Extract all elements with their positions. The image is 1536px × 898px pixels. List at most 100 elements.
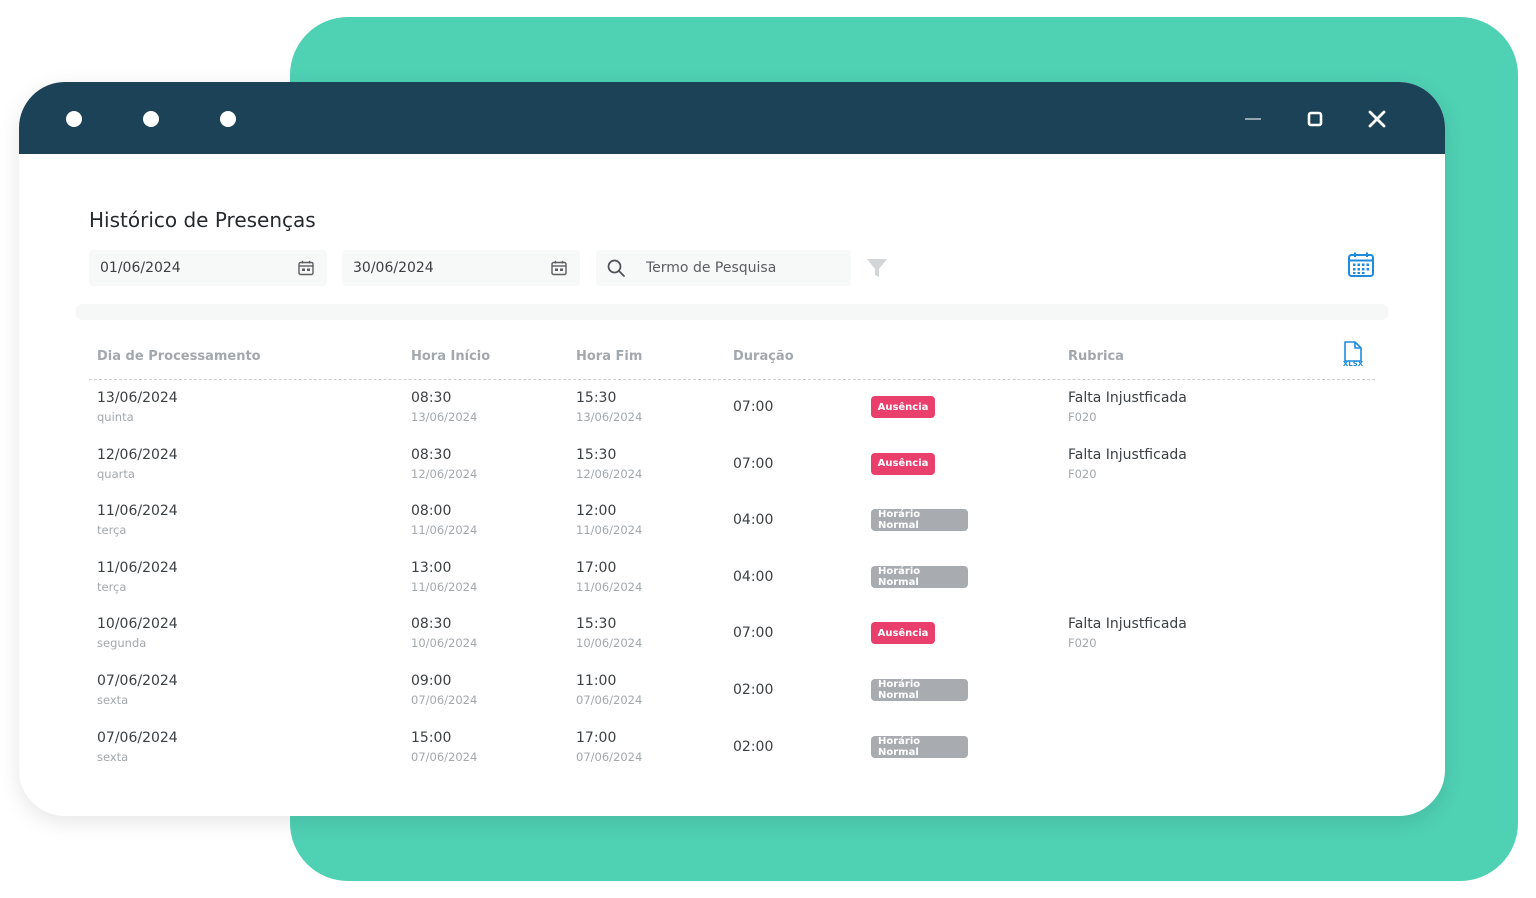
window-titlebar bbox=[19, 82, 1445, 154]
header-dia[interactable]: Dia de Processamento bbox=[97, 349, 261, 364]
dia-date: 07/06/2024 bbox=[97, 729, 178, 746]
inicio-time: 09:00 bbox=[411, 673, 452, 689]
search-input[interactable] bbox=[646, 260, 826, 276]
fim-time: 15:30 bbox=[576, 616, 617, 633]
rubrica-label: Falta Injustficada bbox=[1068, 446, 1187, 463]
rubrica-label: Falta Injustficada bbox=[1068, 390, 1187, 406]
filter-button[interactable] bbox=[863, 255, 891, 281]
filter-icon bbox=[867, 259, 887, 277]
status-badge: Horário Normal bbox=[871, 509, 968, 532]
inicio-date: 10/06/2024 bbox=[411, 636, 478, 651]
export-xlsx-button[interactable]: XLSX bbox=[1339, 340, 1367, 370]
header-hora-inicio[interactable]: Hora Início bbox=[411, 349, 490, 364]
cell-dia: 12/06/2024 quarta bbox=[97, 446, 178, 482]
minimize-button[interactable] bbox=[1236, 102, 1270, 136]
cell-dia: 13/06/2024 quinta bbox=[97, 389, 178, 425]
cell-dia: 11/06/2024 terça bbox=[97, 559, 178, 595]
inicio-date: 12/06/2024 bbox=[411, 466, 478, 481]
table-row[interactable]: 11/06/2024 terça 08:00 11/06/2024 12:00 11/06… bbox=[19, 502, 1445, 558]
dia-date: 11/06/2024 bbox=[97, 559, 178, 576]
dia-weekday: quinta bbox=[97, 410, 134, 424]
inicio-date: 11/06/2024 bbox=[411, 579, 478, 594]
header-duracao[interactable]: Duração bbox=[733, 349, 794, 364]
cell-hora-inicio: 15:00 07/06/2024 bbox=[411, 729, 477, 765]
window-dot-1 bbox=[66, 111, 82, 127]
fim-time: 12:00 bbox=[576, 503, 617, 520]
cell-duracao: 02:00 bbox=[733, 738, 774, 755]
calendar-icon[interactable] bbox=[548, 257, 570, 279]
cell-hora-fim: 15:30 10/06/2024 bbox=[576, 615, 642, 651]
maximize-button[interactable] bbox=[1298, 102, 1332, 136]
cell-rubrica: Falta Injustficada F020 bbox=[1068, 446, 1187, 482]
table-row[interactable]: 07/06/2024 sexta 15:00 07/06/2024 17:00 07/06… bbox=[19, 729, 1445, 785]
table-row[interactable]: 12/06/2024 quarta 08:30 12/06/2024 15:30 12/0… bbox=[19, 446, 1445, 502]
xlsx-label: XLSX bbox=[1342, 360, 1364, 368]
calendar-view-button[interactable] bbox=[1346, 250, 1376, 280]
cell-hora-inicio: 08:30 10/06/2024 bbox=[411, 615, 477, 651]
header-hora-fim[interactable]: Hora Fim bbox=[576, 349, 642, 364]
inicio-date: 07/06/2024 bbox=[411, 693, 478, 707]
fim-date: 12/06/2024 bbox=[576, 466, 643, 481]
calendar-icon[interactable] bbox=[295, 257, 317, 279]
cell-duracao: 07:00 bbox=[733, 455, 774, 472]
date-to-field[interactable]: 30/06/2024 bbox=[342, 250, 580, 286]
rubrica-code: F020 bbox=[1068, 410, 1097, 424]
date-to-value: 30/06/2024 bbox=[353, 260, 434, 276]
fim-time: 15:30 bbox=[576, 446, 617, 463]
dia-date: 10/06/2024 bbox=[97, 616, 178, 633]
fim-date: 10/06/2024 bbox=[576, 636, 643, 651]
fim-date: 07/06/2024 bbox=[576, 749, 643, 764]
status-badge: Ausência bbox=[871, 622, 935, 645]
dia-weekday: segunda bbox=[97, 636, 147, 651]
fim-time: 17:00 bbox=[576, 559, 617, 576]
cell-duracao: 07:00 bbox=[733, 399, 774, 415]
inicio-time: 08:30 bbox=[411, 616, 452, 633]
minimize-icon bbox=[1245, 118, 1261, 120]
cell-hora-inicio: 08:30 13/06/2024 bbox=[411, 389, 477, 425]
close-icon bbox=[1368, 110, 1386, 128]
dia-weekday: quarta bbox=[97, 466, 135, 481]
dia-date: 13/06/2024 bbox=[97, 390, 178, 406]
table-row[interactable]: 10/06/2024 segunda 08:30 10/06/2024 15:30 10/… bbox=[19, 615, 1445, 671]
fim-time: 17:00 bbox=[576, 729, 617, 746]
dia-weekday: terça bbox=[97, 579, 127, 594]
cell-hora-fim: 15:30 12/06/2024 bbox=[576, 446, 642, 482]
table-row[interactable]: 11/06/2024 terça 13:00 11/06/2024 17:00 11/06… bbox=[19, 559, 1445, 615]
date-from-field[interactable]: 01/06/2024 bbox=[89, 250, 327, 286]
cell-hora-fim: 17:00 11/06/2024 bbox=[576, 559, 642, 595]
status-badge: Horário Normal bbox=[871, 735, 968, 758]
cell-hora-fim: 12:00 11/06/2024 bbox=[576, 502, 642, 538]
window-dot-3 bbox=[220, 111, 236, 127]
cell-duracao: 04:00 bbox=[733, 568, 774, 585]
fim-date: 13/06/2024 bbox=[576, 410, 643, 424]
fim-time: 11:00 bbox=[576, 673, 617, 689]
dia-date: 07/06/2024 bbox=[97, 673, 178, 689]
dia-weekday: terça bbox=[97, 523, 127, 538]
dia-weekday: sexta bbox=[97, 693, 129, 707]
dia-weekday: sexta bbox=[97, 749, 129, 764]
rubrica-code: F020 bbox=[1068, 466, 1097, 481]
inicio-time: 15:00 bbox=[411, 729, 452, 746]
fim-date: 11/06/2024 bbox=[576, 579, 643, 594]
cell-hora-inicio: 08:00 11/06/2024 bbox=[411, 502, 477, 538]
cell-dia: 10/06/2024 segunda bbox=[97, 615, 178, 651]
fim-date: 07/06/2024 bbox=[576, 693, 643, 707]
date-from-value: 01/06/2024 bbox=[100, 260, 181, 276]
calendar-grid-icon bbox=[1348, 252, 1374, 277]
cell-hora-inicio: 09:00 07/06/2024 bbox=[411, 672, 477, 708]
inicio-date: 07/06/2024 bbox=[411, 749, 478, 764]
close-button[interactable] bbox=[1360, 102, 1394, 136]
dia-date: 11/06/2024 bbox=[97, 503, 178, 520]
table-row[interactable]: 07/06/2024 sexta 09:00 07/06/2024 11:00 07/06… bbox=[19, 672, 1445, 728]
search-field[interactable] bbox=[596, 250, 851, 286]
section-divider bbox=[75, 304, 1389, 320]
header-rubrica[interactable]: Rubrica bbox=[1068, 349, 1124, 364]
cell-hora-inicio: 08:30 12/06/2024 bbox=[411, 446, 477, 482]
cell-duracao: 07:00 bbox=[733, 625, 774, 642]
dia-date: 12/06/2024 bbox=[97, 446, 178, 463]
cell-hora-fim: 15:30 13/06/2024 bbox=[576, 389, 642, 425]
inicio-time: 08:00 bbox=[411, 503, 452, 520]
status-badge: Horário Normal bbox=[871, 679, 968, 701]
header-separator bbox=[89, 379, 1375, 380]
table-row[interactable]: 13/06/2024 quinta 08:30 13/06/2024 15:30 13/0… bbox=[19, 389, 1445, 445]
